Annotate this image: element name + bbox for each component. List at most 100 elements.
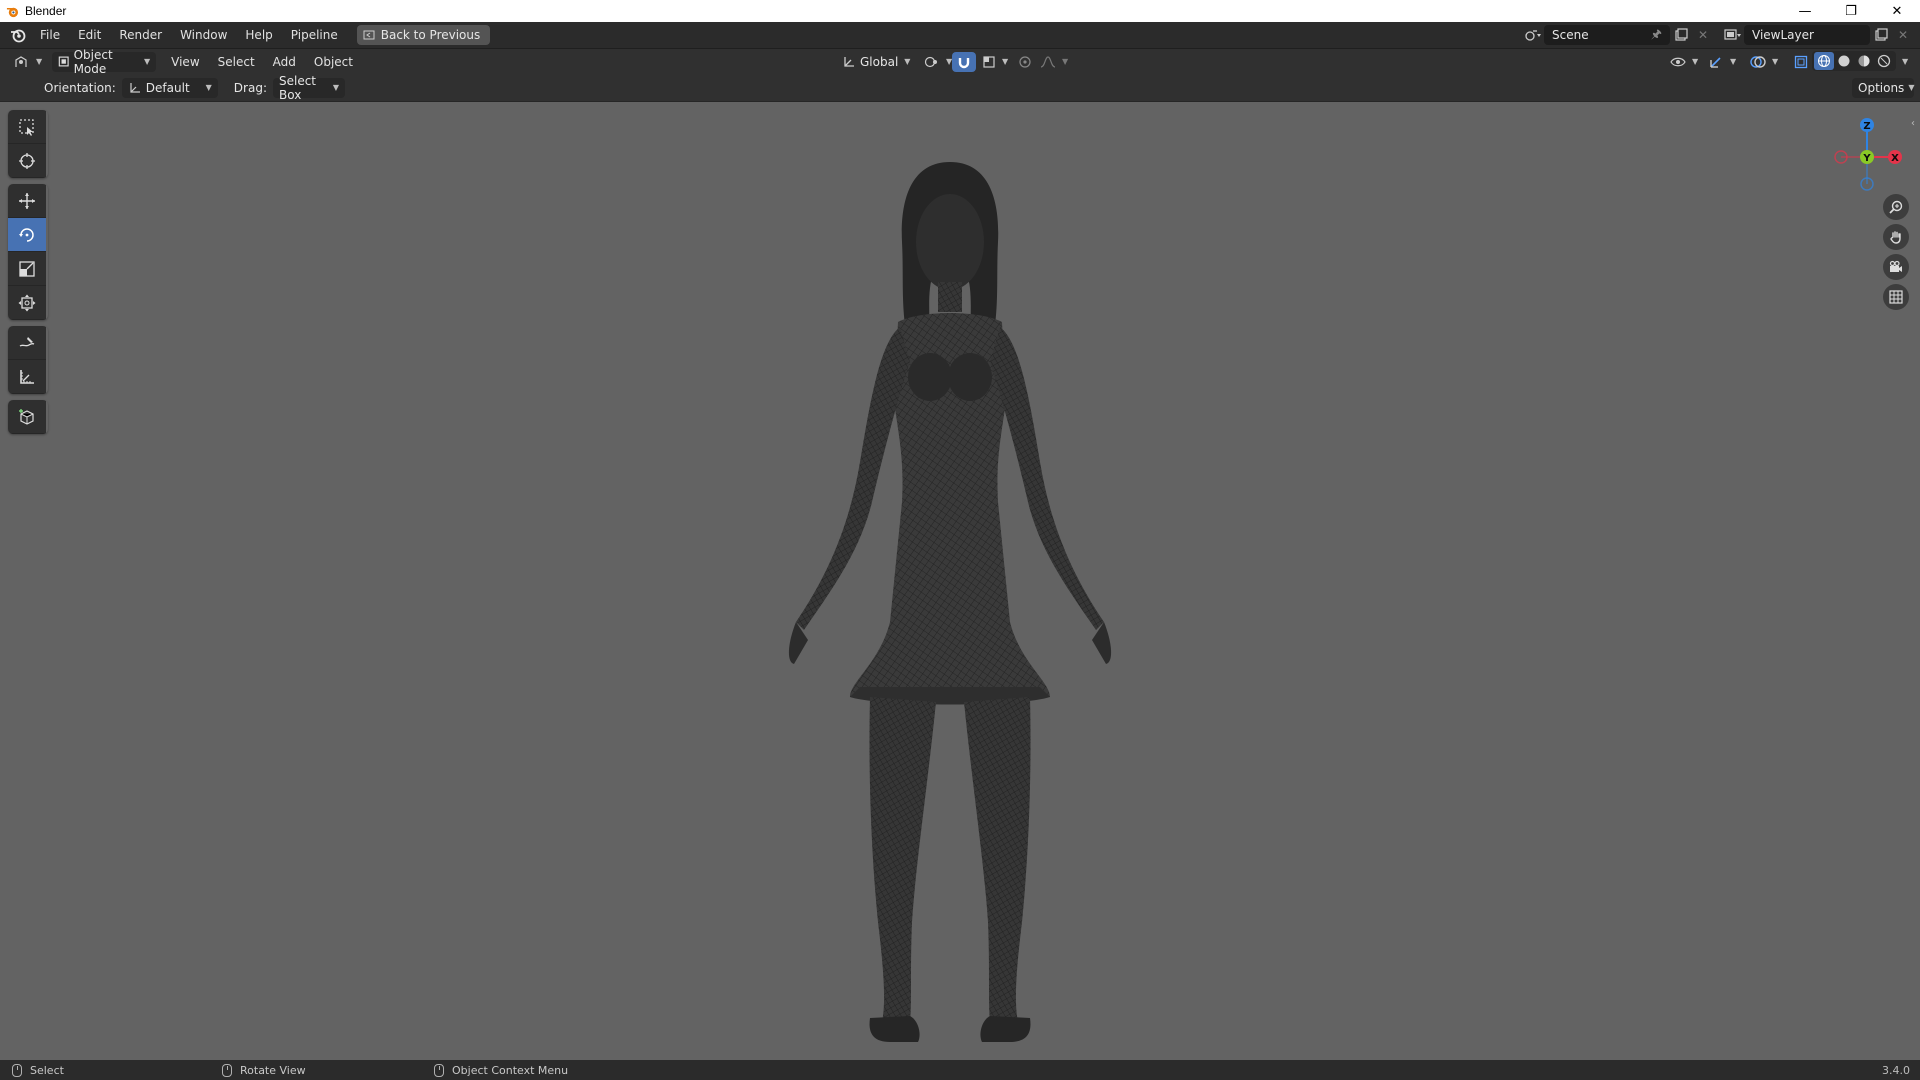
orientation-dropdown[interactable]: Default ▼ (121, 77, 218, 98)
xray-icon (1794, 55, 1808, 68)
snap-target-dropdown[interactable]: ▼ (976, 52, 1014, 72)
drag-label: Drag: (233, 80, 267, 95)
wireframe-sphere-icon (1818, 55, 1830, 67)
status-select-label: Select (30, 1063, 64, 1077)
status-context-label: Object Context Menu (452, 1063, 569, 1077)
minimize-icon[interactable]: — (1782, 0, 1828, 22)
blender-logo-icon[interactable] (5, 22, 31, 48)
window-title: Blender (25, 4, 67, 18)
pan-view-button[interactable] (1883, 224, 1909, 250)
overlays-toggle[interactable]: ▼ (1744, 52, 1784, 72)
header-menu-add[interactable]: Add (264, 51, 305, 73)
orientation-label: Orientation: (44, 80, 116, 95)
drag-value: Select Box (278, 73, 317, 102)
scale-icon (19, 260, 35, 277)
header-menu-object[interactable]: Object (305, 51, 362, 73)
view-layer-icon[interactable] (1722, 25, 1744, 45)
menu-edit[interactable]: Edit (69, 24, 110, 46)
rendered-shading-button[interactable] (1874, 52, 1894, 70)
options-label: Options (1858, 80, 1905, 95)
pin-icon[interactable]: 🖈 (1651, 25, 1662, 46)
3d-viewport-icon (15, 55, 27, 67)
shading-options-dropdown[interactable]: ▼ (1896, 52, 1912, 72)
menu-help[interactable]: Help (236, 24, 281, 46)
transform-orientation-label: Global (860, 54, 899, 69)
annotate-pencil-icon (19, 336, 35, 347)
view-layer-field[interactable]: ViewLayer (1744, 25, 1870, 45)
material-preview-button[interactable] (1854, 52, 1874, 70)
measure-tool[interactable] (8, 360, 46, 394)
middle-mouse-icon (222, 1063, 232, 1077)
scene-name-field[interactable]: Scene 🖈 (1544, 25, 1670, 45)
view-layer-name: ViewLayer (1752, 28, 1814, 42)
status-bar: Select Rotate View Object Context Menu 3… (0, 1060, 1920, 1080)
solid-sphere-icon (1838, 55, 1850, 67)
delete-scene-icon[interactable]: ✕ (1692, 25, 1714, 45)
gizmo-toggle[interactable]: ▼ (1702, 52, 1742, 72)
cursor-tool[interactable] (8, 144, 46, 178)
object-mode-icon (58, 56, 69, 67)
window-titlebar: Blender — ❐ ✕ (0, 0, 1920, 22)
restore-icon[interactable]: ❐ (1828, 0, 1874, 22)
status-rotate-label: Rotate View (240, 1063, 306, 1077)
proportional-icon (1019, 55, 1031, 68)
blender-app-icon (5, 4, 19, 18)
header-menu-view[interactable]: View (162, 51, 208, 73)
scene-selector-group: Scene 🖈 ✕ ViewLayer ✕ (1522, 25, 1914, 45)
xray-toggle[interactable] (1788, 52, 1814, 72)
wireframe-shading-button[interactable] (1814, 52, 1834, 70)
grid-icon (1889, 290, 1903, 304)
status-context-hint: Object Context Menu (434, 1063, 569, 1077)
add-cube-tool[interactable] (8, 400, 46, 434)
sidebar-expand-icon[interactable]: ‹ (1911, 118, 1915, 129)
menu-render[interactable]: Render (110, 24, 171, 46)
select-box-tool[interactable] (8, 110, 46, 144)
character-wireframe-mesh[interactable] (760, 142, 1140, 1042)
camera-view-button[interactable] (1883, 254, 1909, 280)
orientation-axes-icon (844, 56, 854, 67)
close-icon[interactable]: ✕ (1874, 0, 1920, 22)
annotate-tool[interactable] (8, 326, 46, 360)
back-to-previous-button[interactable]: Back to Previous (356, 25, 491, 45)
left-mouse-icon (12, 1063, 22, 1077)
zoom-view-button[interactable] (1883, 194, 1909, 220)
falloff-dropdown[interactable]: ▼ (1034, 52, 1074, 72)
mode-dropdown[interactable]: Object Mode ▼ (52, 48, 157, 76)
version-label: 3.4.0 (1882, 1063, 1910, 1077)
drag-dropdown[interactable]: Select Box ▼ (272, 74, 345, 102)
move-icon (19, 192, 35, 209)
snap-toggle[interactable] (952, 51, 976, 72)
pivot-icon (924, 56, 937, 67)
gizmo-icon (1710, 56, 1721, 68)
orientation-value: Default (145, 80, 190, 95)
header-menu-select[interactable]: Select (209, 51, 264, 73)
back-icon (363, 30, 375, 40)
options-dropdown[interactable]: Options ▼ (1852, 77, 1914, 98)
solid-shading-button[interactable] (1834, 52, 1854, 70)
scale-tool[interactable] (8, 252, 46, 286)
3d-viewport[interactable]: Z X Y ‹ (0, 102, 1920, 1060)
menu-window[interactable]: Window (171, 24, 236, 46)
new-scene-icon[interactable] (1670, 25, 1692, 45)
navigation-gizmo[interactable]: Z X Y (1822, 108, 1912, 198)
tool-shelf (8, 110, 48, 440)
transform-tool[interactable] (8, 286, 46, 320)
overlays-icon (1750, 55, 1766, 68)
ortho-toggle-button[interactable] (1883, 284, 1909, 310)
selectability-visibility-dropdown[interactable]: ▼ (1664, 52, 1704, 72)
scene-name: Scene (1552, 28, 1589, 42)
rotate-icon (19, 227, 34, 242)
transform-orientation-dropdown[interactable]: Global ▼ (836, 52, 916, 72)
delete-view-layer-icon[interactable]: ✕ (1892, 25, 1914, 45)
select-box-icon (19, 118, 34, 136)
rotate-tool[interactable] (8, 218, 46, 252)
falloff-curve-icon (1040, 55, 1056, 68)
shading-mode-group (1812, 51, 1896, 71)
status-rotate-hint: Rotate View (222, 1063, 306, 1077)
menu-pipeline[interactable]: Pipeline (282, 24, 347, 46)
new-view-layer-icon[interactable] (1870, 25, 1892, 45)
move-tool[interactable] (8, 184, 46, 218)
editor-type-button[interactable]: ▼ (8, 52, 48, 72)
scene-browse-icon[interactable] (1522, 25, 1544, 45)
menu-file[interactable]: File (31, 24, 69, 46)
